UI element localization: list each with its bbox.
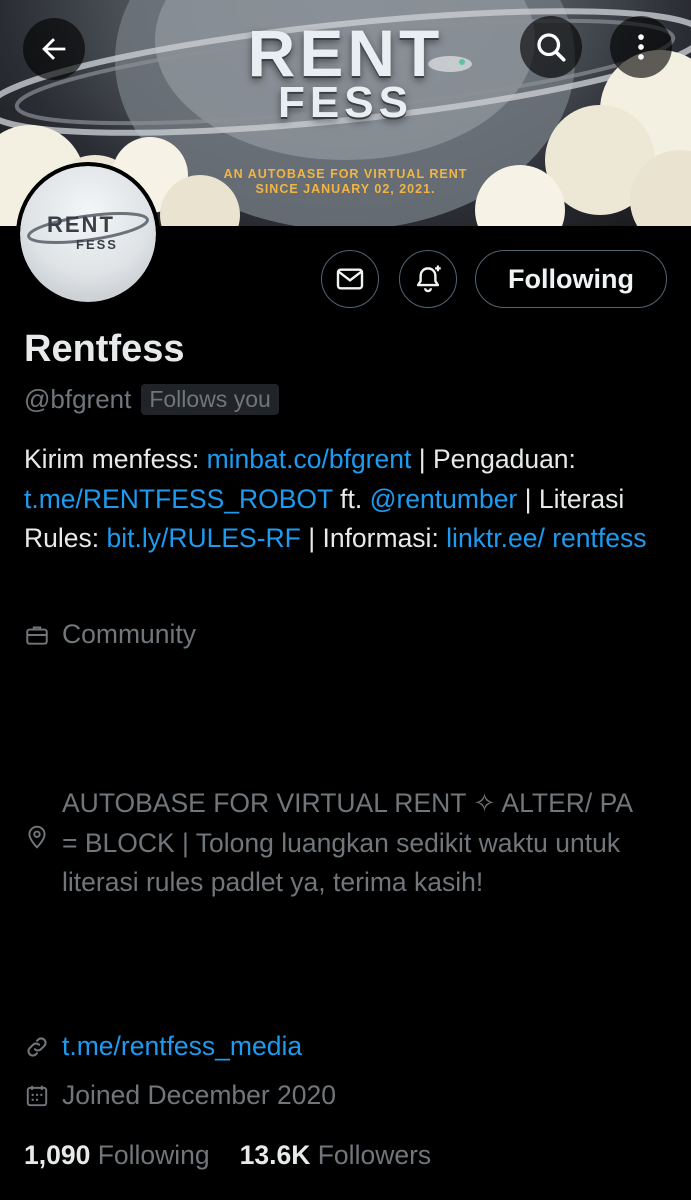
- avatar[interactable]: RENT FESS: [16, 162, 160, 306]
- bio-text-1: Kirim menfess:: [24, 444, 207, 474]
- following-label: Following: [97, 1140, 210, 1170]
- bio-link-rules[interactable]: bit.ly/RULES-RF: [106, 523, 300, 553]
- calendar-icon: [26, 1085, 48, 1107]
- follows-you-badge: Follows you: [141, 384, 279, 415]
- bio-text-2: | Pengaduan:: [411, 444, 576, 474]
- website-link[interactable]: t.me/rentfess_media: [62, 1027, 302, 1067]
- search-button[interactable]: [520, 16, 582, 78]
- followers-stat[interactable]: 13.6K Followers: [240, 1136, 431, 1176]
- back-button[interactable]: [23, 18, 85, 80]
- bio-link-linktree[interactable]: linktr.ee/ rentfess: [446, 523, 646, 553]
- category-label: Community: [62, 619, 197, 649]
- bio-mention-rentumber[interactable]: @rentumber: [370, 484, 518, 514]
- banner-title-fess: FESS: [278, 78, 413, 127]
- profile-location: AUTOBASE FOR VIRTUAL RENT ✧ ALTER/ PA = …: [24, 784, 664, 903]
- more-vertical-icon: [638, 34, 644, 60]
- followers-label: Followers: [317, 1140, 432, 1170]
- bio-text-3: ft.: [332, 483, 370, 514]
- followers-count: 13.6K: [239, 1140, 311, 1170]
- avatar-image: RENT FESS: [20, 166, 156, 302]
- link-icon: [27, 1037, 47, 1057]
- location-pin-icon: [28, 825, 46, 849]
- following-count: 1,090: [24, 1140, 91, 1170]
- avatar-text-rent: RENT: [47, 212, 115, 237]
- display-name: Rentfess: [24, 328, 185, 370]
- search-icon: [537, 33, 566, 62]
- profile-website: t.me/rentfess_media: [24, 1027, 302, 1067]
- notifications-button[interactable]: [399, 250, 457, 308]
- following-button[interactable]: Following: [475, 250, 667, 308]
- profile-bio: Kirim menfess: minbat.co/bfgrent | Penga…: [24, 440, 674, 559]
- bell-plus-icon: [416, 265, 441, 293]
- handle-row: @bfgrent Follows you: [24, 384, 279, 415]
- bio-link-minbat[interactable]: minbat.co/bfgrent: [207, 444, 412, 474]
- joined-text: Joined December 2020: [62, 1080, 337, 1110]
- follow-stats: 1,090 Following 13.6K Followers: [24, 1136, 431, 1176]
- following-stat[interactable]: 1,090 Following: [24, 1136, 210, 1176]
- profile-category: Community: [24, 615, 196, 655]
- bio-text-5: | Informasi:: [300, 523, 447, 553]
- briefcase-icon: [26, 626, 48, 645]
- bio-link-telegram-robot[interactable]: t.me/RENTFESS_ROBOT: [24, 484, 333, 514]
- location-text: AUTOBASE FOR VIRTUAL RENT ✧ ALTER/ PA = …: [62, 788, 632, 897]
- envelope-icon: [336, 268, 364, 290]
- arrow-left-icon: [42, 38, 66, 60]
- avatar-text-fess: FESS: [76, 237, 118, 252]
- handle: @bfgrent: [24, 384, 132, 414]
- more-options-button[interactable]: [610, 16, 672, 78]
- message-button[interactable]: [321, 250, 379, 308]
- profile-joined-date: Joined December 2020: [24, 1076, 336, 1116]
